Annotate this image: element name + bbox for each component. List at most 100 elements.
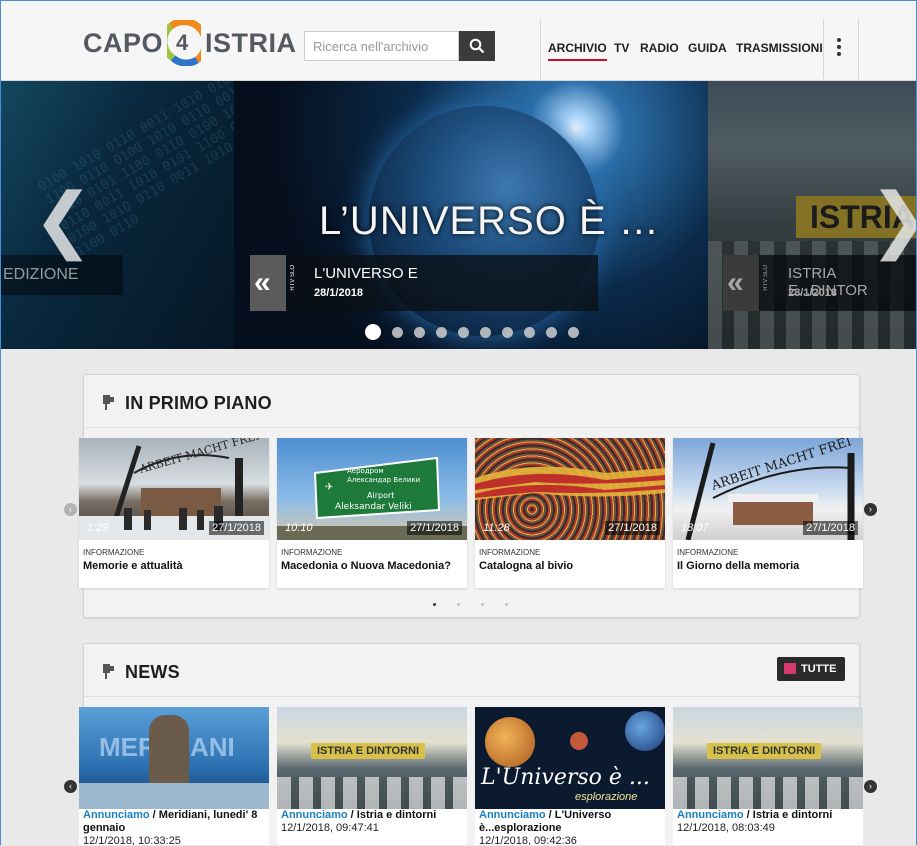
logo-text-right: ISTRIA [205, 27, 297, 58]
video-title[interactable]: Memorie e attualità [83, 560, 183, 572]
rtv-logo: « RTV SLO [250, 255, 296, 311]
news-separator: / [149, 809, 159, 821]
video-title[interactable]: Macedonia o Nuova Macedonia? [281, 560, 451, 572]
nav-trasmissioni[interactable]: TRASMISSIONI [736, 41, 823, 55]
slide-caption-date: 28/1/2018 [314, 287, 363, 299]
news-text: Annunciamo / Istria e dintorni 12/1/2018… [677, 809, 861, 835]
news-text: Annunciamo / Meridiani, lunedi' 8 gennai… [83, 809, 267, 845]
news-thumbnail: MERIDIANI [79, 707, 269, 809]
carousel-dot[interactable] [502, 326, 513, 338]
news-card[interactable]: ISTRIA E DINTORNI Annunciamo / Istria e … [673, 707, 863, 845]
news-text: Annunciamo / Istria e dintorni 12/1/2018… [281, 809, 465, 835]
news-separator: / [545, 809, 555, 821]
svg-text:4: 4 [176, 30, 189, 55]
video-duration: 10:10 [285, 522, 313, 534]
news-card[interactable]: L'Universo è ... esplorazione Annunciamo… [475, 707, 665, 845]
video-category: INFORMAZIONE [83, 548, 145, 557]
pagination-dot[interactable] [433, 603, 436, 606]
video-card[interactable]: ARBEIT MACHT FREI 18:07 27/1/2018 INFORM… [673, 438, 863, 588]
video-card[interactable]: Аеродром Александар Велики Airport Aleks… [277, 438, 467, 588]
news-category-link[interactable]: Annunciamo [677, 809, 744, 821]
search-button[interactable] [459, 31, 495, 61]
nav-divider [858, 19, 859, 79]
news-separator: / [743, 809, 753, 821]
chart-icon [784, 663, 796, 674]
carousel-dot[interactable] [458, 326, 469, 338]
news-title[interactable]: Istria e dintorni [357, 809, 436, 821]
planet-image [570, 732, 588, 750]
pagination-dot[interactable] [457, 603, 460, 606]
carousel-prev-icon[interactable]: ❮ [33, 183, 93, 255]
news-thumbnail: L'Universo è ... esplorazione [475, 707, 665, 809]
video-title[interactable]: Catalogna al bivio [479, 560, 573, 572]
boats-image [673, 777, 863, 809]
nav-archivio[interactable]: ARCHIVIO [548, 41, 607, 61]
nav-divider [823, 19, 824, 79]
more-menu-icon[interactable] [836, 38, 842, 58]
news-category-link[interactable]: Annunciamo [479, 809, 546, 821]
news-card[interactable]: ISTRIA E DINTORNI Annunciamo / Istria e … [277, 707, 467, 845]
carousel-dot[interactable] [392, 326, 403, 338]
nav-divider [540, 19, 541, 79]
carousel-dot[interactable] [436, 326, 447, 338]
search-input[interactable]: Ricerca nell'archivio [304, 31, 459, 61]
video-camera-icon [103, 664, 114, 679]
carousel-dot[interactable] [414, 326, 425, 338]
site-header: CAPO 4 ISTRIA Ricerca nell'archivio ARCH… [1, 1, 916, 81]
video-title[interactable]: Il Giorno della memoria [677, 560, 799, 572]
video-date: 27/1/2018 [605, 521, 660, 535]
news-category-link[interactable]: Annunciamo [281, 809, 348, 821]
news-thumb-text: ISTRIA E DINTORNI [707, 743, 822, 759]
news-separator: / [347, 809, 357, 821]
video-camera-icon [103, 395, 114, 410]
video-duration: 1:29 [87, 522, 109, 534]
page-frame: CAPO 4 ISTRIA Ricerca nell'archivio ARCH… [0, 0, 917, 845]
planet-image [625, 711, 665, 751]
airport-sign-line: Аеродром [347, 467, 384, 475]
gate-text: ARBEIT MACHT FREI [709, 438, 854, 494]
presenter-image [149, 715, 189, 785]
slide-active[interactable]: L’UNIVERSO È … « RTV SLO L'UNIVERSO E 28… [234, 81, 708, 349]
news-time: 12/1/2018, 09:42:36 [479, 835, 577, 845]
site-logo[interactable]: CAPO 4 ISTRIA [83, 20, 297, 66]
news-title[interactable]: Istria e dintorni [753, 809, 832, 821]
news-thumb-text: ISTRIA E DINTORNI [311, 743, 426, 759]
carousel-next-icon[interactable]: ❯ [869, 183, 916, 255]
video-category: INFORMAZIONE [479, 548, 541, 557]
pagination-dots [433, 603, 529, 606]
news-thumbnail: ISTRIA E DINTORNI [277, 707, 467, 809]
video-card[interactable]: ARBEIT MACHT FREI 1:29 27/1/2018 INFORMA… [79, 438, 269, 588]
news-thumb-text: L'Universo è ... [481, 765, 650, 790]
carousel-dot[interactable] [546, 326, 557, 338]
news-category-link[interactable]: Annunciamo [83, 809, 150, 821]
carousel-dot[interactable] [480, 326, 491, 338]
carousel-dot[interactable] [524, 326, 535, 338]
pagination-dot[interactable] [481, 603, 484, 606]
nav-tv[interactable]: TV [614, 41, 629, 55]
video-date: 27/1/2018 [407, 521, 462, 535]
search-icon [469, 38, 485, 54]
nav-guida[interactable]: GUIDA [688, 41, 727, 55]
video-duration: 18:07 [681, 522, 709, 534]
video-duration: 11:28 [483, 522, 510, 534]
video-thumbnail: 11:28 27/1/2018 [475, 438, 665, 540]
rtv-chevron-icon: « [254, 266, 271, 299]
prev-arrow-icon[interactable]: ‹ [64, 503, 77, 516]
prev-arrow-icon[interactable]: ‹ [64, 780, 77, 793]
desk-image [79, 783, 269, 809]
section-title: IN PRIMO PIANO [125, 393, 272, 413]
next-arrow-icon[interactable]: › [864, 503, 877, 516]
next-arrow-icon[interactable]: › [864, 780, 877, 793]
news-time: 12/1/2018, 10:33:25 [83, 835, 181, 845]
pagination-dot[interactable] [505, 603, 508, 606]
news-card[interactable]: MERIDIANI Annunciamo / Meridiani, lunedi… [79, 707, 269, 845]
panel-header: NEWS [84, 644, 859, 697]
nav-radio[interactable]: RADIO [640, 41, 679, 55]
tutte-button[interactable]: TUTTE [777, 657, 845, 681]
news-time: 12/1/2018, 09:47:41 [281, 822, 379, 834]
video-card[interactable]: 11:28 27/1/2018 INFORMAZIONE Catalogna a… [475, 438, 665, 588]
carousel-dot[interactable] [365, 324, 381, 340]
carousel-dot[interactable] [568, 326, 579, 338]
news-text: Annunciamo / L'Universo è...esplorazione… [479, 809, 663, 845]
video-category: INFORMAZIONE [281, 548, 343, 557]
